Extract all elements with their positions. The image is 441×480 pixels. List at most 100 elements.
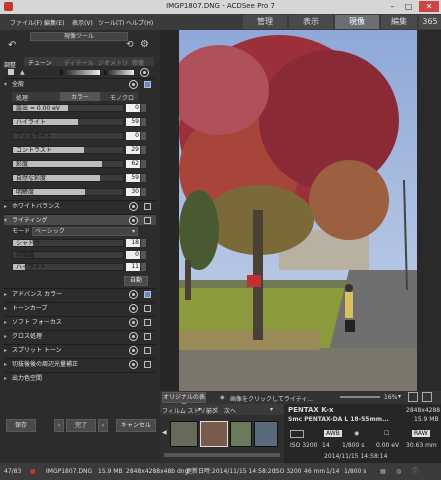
slider-value-input[interactable]: 11 <box>126 263 140 271</box>
spinner-icon[interactable] <box>141 118 146 126</box>
filmstrip-thumb[interactable] <box>230 421 252 447</box>
cancel-button[interactable]: キャンセル <box>116 419 156 432</box>
spinner-icon[interactable] <box>141 239 146 247</box>
menu-file[interactable]: ファイル(F) <box>10 18 42 27</box>
close-icon[interactable]: ✕ <box>419 1 439 12</box>
section-header[interactable]: ▸ トーンカーブ <box>4 302 156 313</box>
tab-365[interactable]: 365 <box>419 15 441 29</box>
menu-view[interactable]: 表示(V) <box>72 18 93 27</box>
photo-preview[interactable] <box>179 30 417 391</box>
gear-icon[interactable] <box>140 68 149 77</box>
section-header[interactable]: ▸ クロス処理 <box>4 330 156 341</box>
tab-repair[interactable]: 修復 <box>132 58 144 67</box>
maximize-icon[interactable]: □ <box>402 1 415 12</box>
lighting-slider[interactable]: 中間調 <box>12 251 124 259</box>
spinner-icon[interactable] <box>141 188 146 196</box>
gear-icon[interactable] <box>129 202 138 211</box>
section-checkbox[interactable] <box>144 319 151 326</box>
section-checkbox[interactable] <box>144 291 151 298</box>
slider-value-input[interactable]: 0 <box>126 104 140 112</box>
lighting-slider[interactable]: シャドウ <box>12 239 124 247</box>
prev-link[interactable]: 前へ <box>206 406 218 415</box>
minimize-icon[interactable]: – <box>386 1 399 12</box>
subtab-color[interactable]: カラー <box>60 92 100 101</box>
general-slider[interactable]: 明瞭度 <box>12 188 124 196</box>
zoom-value[interactable]: 16% <box>384 394 397 401</box>
filmstrip-thumb[interactable] <box>170 421 198 447</box>
slider-value-input[interactable]: 0 <box>126 132 140 140</box>
actual-size-icon[interactable] <box>422 392 432 402</box>
scroll-left-icon[interactable]: ◀ <box>162 429 167 436</box>
general-slider[interactable]: コントラスト <box>12 146 124 154</box>
radial-icon[interactable] <box>104 70 134 75</box>
slider-value-input[interactable]: 59 <box>126 118 140 126</box>
spinner-icon[interactable] <box>141 263 146 271</box>
preset-dropdown[interactable]: 現像ツール <box>30 32 128 41</box>
white-balance-section-header[interactable]: ▸ ホワイトバランス <box>4 200 156 211</box>
lighting-section-header[interactable]: ▾ ライティング <box>4 214 156 225</box>
menu-help[interactable]: ヘルプ(H) <box>126 18 153 27</box>
gear-icon[interactable] <box>129 360 138 369</box>
spinner-icon[interactable] <box>141 174 146 182</box>
gear-icon[interactable] <box>129 346 138 355</box>
menu-tools[interactable]: ツール(T) <box>98 18 124 27</box>
auto-button[interactable]: 自動 <box>124 276 148 286</box>
general-slider[interactable]: フィルライト <box>12 132 124 140</box>
done-button[interactable]: 完了 <box>66 419 96 432</box>
slider-value-input[interactable]: 29 <box>126 146 140 154</box>
slider-value-input[interactable]: 30 <box>126 188 140 196</box>
spinner-icon[interactable] <box>141 146 146 154</box>
tab-detail[interactable]: ディテール <box>64 58 94 67</box>
back-icon[interactable]: ↶ <box>8 40 16 51</box>
next-arrow-icon[interactable]: › <box>98 419 108 432</box>
slider-value-input[interactable]: 62 <box>126 160 140 168</box>
spinner-icon[interactable] <box>141 132 146 140</box>
tab-tune[interactable]: チューン <box>28 58 52 67</box>
section-checkbox[interactable] <box>144 361 151 368</box>
filmstrip-thumb-selected[interactable] <box>200 421 228 447</box>
chevron-down-icon[interactable]: ▾ <box>198 406 201 413</box>
slider-value-input[interactable]: 0 <box>126 251 140 259</box>
general-slider[interactable]: 自然な彩度 <box>12 174 124 182</box>
save-button[interactable]: 保存 <box>6 419 36 432</box>
tab-geometry[interactable]: ジオメトリ <box>98 58 128 67</box>
settings-icon[interactable]: ⚙ <box>140 39 149 50</box>
lighting-mode-select[interactable]: ベーシック ▾ <box>32 227 138 236</box>
lighting-checkbox[interactable] <box>144 217 151 224</box>
info-icon[interactable]: ⓘ <box>412 463 418 480</box>
section-checkbox[interactable] <box>144 333 151 340</box>
tab-view[interactable]: 表示 <box>289 15 333 29</box>
slider-value-input[interactable]: 18 <box>126 239 140 247</box>
section-header[interactable]: ▸ スプリット トーン <box>4 344 156 355</box>
gear-icon[interactable] <box>129 216 138 225</box>
gear-icon[interactable] <box>129 332 138 341</box>
section-checkbox[interactable] <box>144 305 151 312</box>
white-balance-checkbox[interactable] <box>144 203 151 210</box>
gradient-icon[interactable] <box>60 70 100 75</box>
subtab-process[interactable]: 処理 <box>16 93 28 102</box>
spinner-icon[interactable] <box>141 160 146 168</box>
gear-icon[interactable] <box>129 290 138 299</box>
general-section-header[interactable]: ▾ 全般 <box>4 78 156 89</box>
tab-edit[interactable]: 編集 <box>381 15 417 29</box>
show-original-button[interactable]: オリジナルの表示 <box>162 392 206 410</box>
section-checkbox[interactable] <box>144 347 151 354</box>
section-header[interactable]: ▸ 出力色空間 <box>4 372 156 383</box>
general-enable-checkbox[interactable] <box>144 81 151 88</box>
subtab-mono[interactable]: モノクロ <box>110 93 134 102</box>
grid-icon[interactable]: ▦ <box>380 463 386 480</box>
color-icon[interactable]: ◍ <box>396 463 401 480</box>
lighting-slider[interactable]: ハイライト <box>12 263 124 271</box>
zoom-slider[interactable] <box>340 396 380 398</box>
gear-icon[interactable] <box>129 80 138 89</box>
section-header[interactable]: ▸ ソフト フォーカス <box>4 316 156 327</box>
general-slider[interactable]: 彩度 <box>12 160 124 168</box>
tab-manage[interactable]: 管理 <box>243 15 287 29</box>
filmstrip-scrollbar[interactable] <box>164 453 280 457</box>
tab-develop[interactable]: 現像 <box>335 15 379 29</box>
spinner-icon[interactable] <box>141 104 146 112</box>
reset-icon[interactable]: ⟲ <box>126 40 134 50</box>
slider-value-input[interactable]: 59 <box>126 174 140 182</box>
spinner-icon[interactable] <box>141 251 146 259</box>
menu-edit[interactable]: 編集(E) <box>44 18 64 27</box>
